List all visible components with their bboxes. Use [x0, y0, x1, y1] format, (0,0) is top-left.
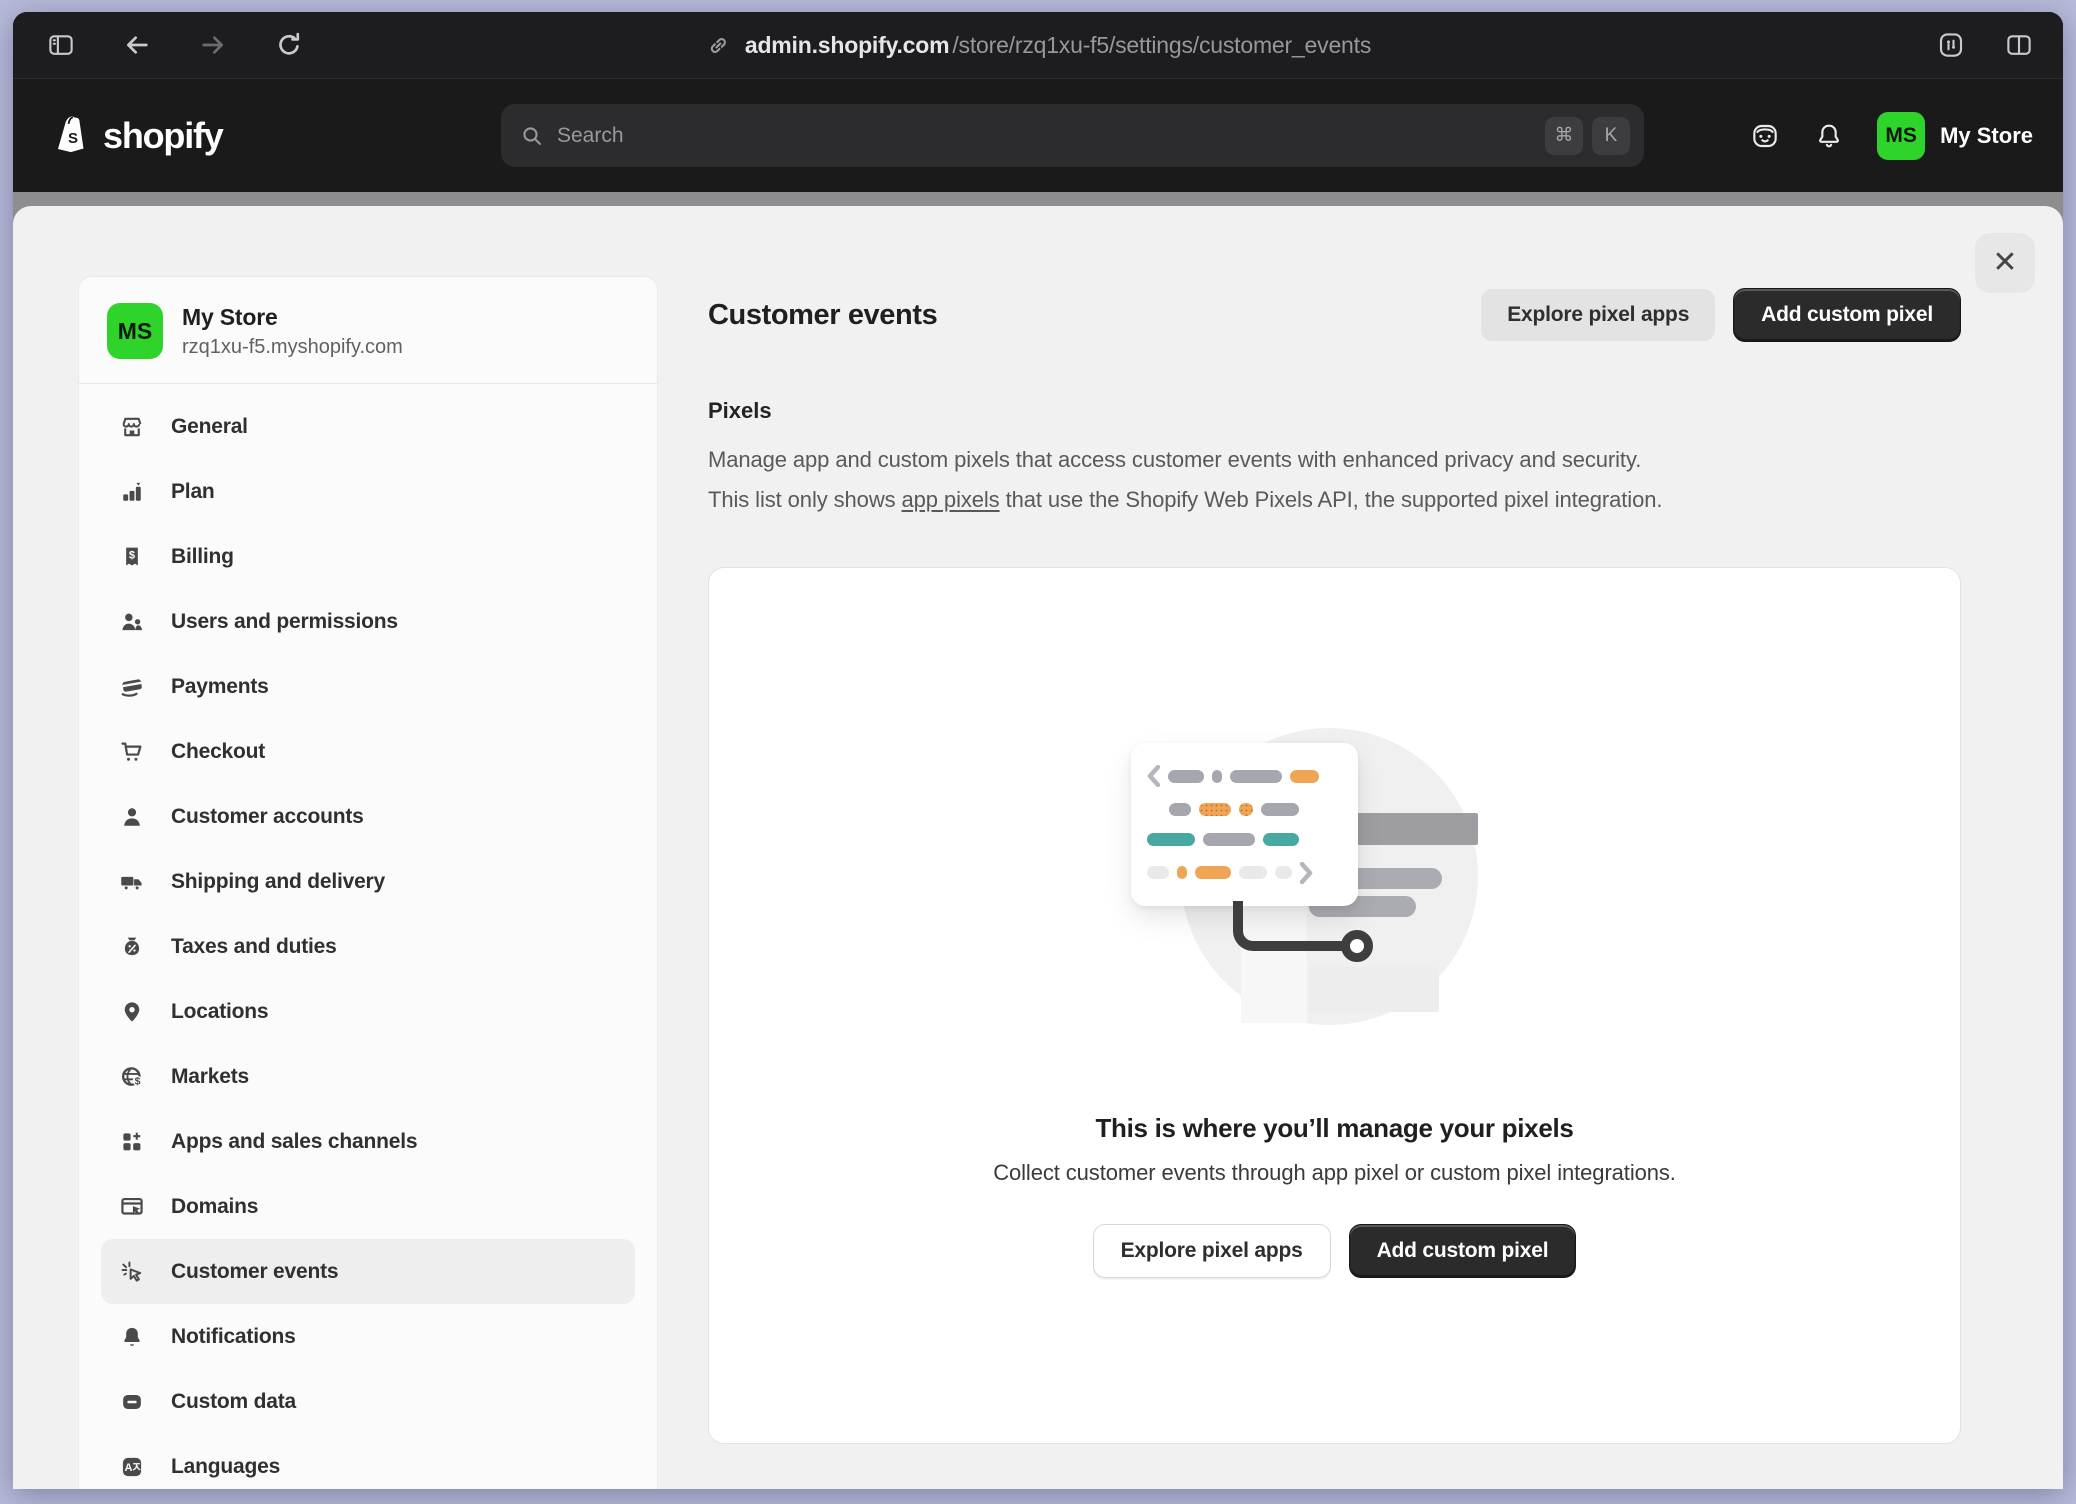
app-pixels-link[interactable]: app pixels	[902, 487, 1000, 512]
storefront-icon	[117, 412, 146, 441]
store-menu-name: My Store	[1940, 123, 2033, 149]
sidebar-item-notifications[interactable]: Notifications	[101, 1304, 635, 1369]
connector-node	[1341, 930, 1373, 962]
svg-text:$: $	[134, 1075, 140, 1087]
truck-icon	[117, 867, 146, 896]
k-key: K	[1592, 117, 1630, 155]
sidebar-item-users[interactable]: Users and permissions	[101, 589, 635, 654]
sidebar-item-markets[interactable]: $ Markets	[101, 1044, 635, 1109]
sidebar-item-apps[interactable]: Apps and sales channels	[101, 1109, 635, 1174]
svg-text:A: A	[124, 1462, 132, 1474]
sidebar-store-name: My Store	[182, 304, 403, 331]
illustration-block	[1309, 967, 1439, 1012]
notifications-bell-icon[interactable]	[1813, 120, 1845, 152]
users-icon	[117, 607, 146, 636]
sidebar-item-customer-events[interactable]: Customer events	[101, 1239, 635, 1304]
empty-explore-pixel-apps-button[interactable]: Explore pixel apps	[1093, 1224, 1331, 1278]
pixels-empty-state-card: This is where you’ll manage your pixels …	[708, 567, 1961, 1444]
person-icon	[117, 802, 146, 831]
settings-modal: ✕ MS My Store rzq1xu-f5.myshopify.com	[13, 206, 2063, 1489]
browser-chrome: admin.shopify.com/store/rzq1xu-f5/settin…	[13, 12, 2063, 79]
split-view-icon[interactable]	[2003, 29, 2035, 61]
empty-state-heading: This is where you’ll manage your pixels	[1095, 1113, 1573, 1144]
page-settings-icon[interactable]	[1935, 29, 1967, 61]
settings-nav: General Plan	[79, 384, 657, 1489]
pixels-illustration	[1145, 725, 1525, 1035]
payments-icon	[117, 672, 146, 701]
sidebar-item-checkout[interactable]: Checkout	[101, 719, 635, 784]
apps-grid-icon	[117, 1127, 146, 1156]
cmd-key: ⌘	[1545, 117, 1583, 155]
explore-pixel-apps-button[interactable]: Explore pixel apps	[1481, 289, 1715, 341]
url-host: admin.shopify.com	[745, 32, 949, 59]
domains-icon	[117, 1192, 146, 1221]
billing-receipt-icon: $	[117, 542, 146, 571]
sidebar-item-billing[interactable]: $ Billing	[101, 524, 635, 589]
admin-top-bar: S shopify ⌘ K	[13, 79, 2063, 192]
svg-text:$: $	[128, 549, 134, 561]
sidebar-toggle-icon[interactable]	[45, 29, 77, 61]
sidebar-item-payments[interactable]: Payments	[101, 654, 635, 719]
sidebar-item-custom-data[interactable]: Custom data	[101, 1369, 635, 1434]
money-bag-icon	[117, 932, 146, 961]
map-pin-icon	[117, 997, 146, 1026]
search-input[interactable]	[557, 124, 1545, 148]
bell-icon	[117, 1322, 146, 1351]
sidekick-icon[interactable]	[1749, 120, 1781, 152]
sidebar-item-shipping[interactable]: Shipping and delivery	[101, 849, 635, 914]
sidebar-item-general[interactable]: General	[101, 394, 635, 459]
close-button[interactable]: ✕	[1975, 233, 2035, 293]
empty-state-subtext: Collect customer events through app pixe…	[993, 1160, 1676, 1186]
sidebar-item-plan[interactable]: Plan	[101, 459, 635, 524]
sidebar-store-domain: rzq1xu-f5.myshopify.com	[182, 336, 403, 359]
address-bar[interactable]: admin.shopify.com/store/rzq1xu-f5/settin…	[705, 12, 1371, 79]
globe-icon: $	[117, 1062, 146, 1091]
sidebar-item-domains[interactable]: Domains	[101, 1174, 635, 1239]
back-button-icon[interactable]	[121, 29, 153, 61]
code-editor-card	[1131, 743, 1358, 906]
customer-events-panel: Customer events Explore pixel apps Add c…	[708, 206, 1961, 1444]
chevron-left-icon	[1147, 765, 1160, 787]
url-path: /store/rzq1xu-f5/settings/customer_event…	[952, 32, 1371, 59]
languages-icon: A	[117, 1452, 146, 1481]
empty-add-custom-pixel-button[interactable]: Add custom pixel	[1349, 1224, 1577, 1278]
sidebar-store-avatar: MS	[107, 303, 163, 359]
sidebar-item-customer-accounts[interactable]: Customer accounts	[101, 784, 635, 849]
shopify-bag-icon: S	[53, 114, 93, 158]
customer-events-icon	[117, 1257, 146, 1286]
svg-text:S: S	[68, 130, 78, 147]
shopify-wordmark: shopify	[103, 115, 223, 157]
shopify-logo[interactable]: S shopify	[53, 114, 223, 158]
connector-line	[1233, 901, 1347, 951]
pixels-section-title: Pixels	[708, 398, 1961, 424]
search-shortcut: ⌘ K	[1545, 117, 1630, 155]
pixels-description: Manage app and custom pixels that access…	[708, 440, 1961, 520]
sidebar-item-taxes[interactable]: Taxes and duties	[101, 914, 635, 979]
sidebar-store-header[interactable]: MS My Store rzq1xu-f5.myshopify.com	[79, 277, 657, 383]
cart-icon	[117, 737, 146, 766]
settings-sidebar: MS My Store rzq1xu-f5.myshopify.com	[78, 276, 658, 1489]
browser-window: admin.shopify.com/store/rzq1xu-f5/settin…	[13, 12, 2063, 1489]
chevron-right-icon	[1300, 862, 1313, 884]
plan-chart-icon	[117, 477, 146, 506]
add-custom-pixel-button[interactable]: Add custom pixel	[1733, 288, 1961, 342]
reload-button-icon[interactable]	[273, 29, 305, 61]
store-avatar: MS	[1877, 112, 1925, 160]
sidebar-item-locations[interactable]: Locations	[101, 979, 635, 1044]
link-icon	[705, 32, 732, 59]
page-title: Customer events	[708, 299, 937, 332]
search-icon	[519, 123, 545, 149]
sidebar-item-languages[interactable]: A Languages	[101, 1434, 635, 1489]
global-search[interactable]: ⌘ K	[501, 104, 1644, 167]
forward-button-icon[interactable]	[197, 29, 229, 61]
store-menu[interactable]: MS My Store	[1877, 112, 2033, 160]
custom-data-icon	[117, 1387, 146, 1416]
